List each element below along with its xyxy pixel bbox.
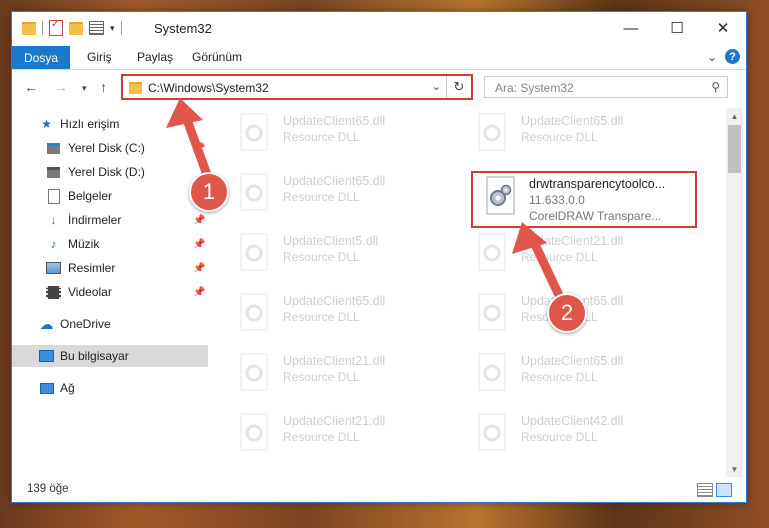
step-1-badge: 1 [189, 172, 229, 212]
annotation-arrows [166, 98, 570, 313]
step-2-badge: 2 [547, 293, 587, 333]
arrow-1-head [166, 98, 203, 128]
